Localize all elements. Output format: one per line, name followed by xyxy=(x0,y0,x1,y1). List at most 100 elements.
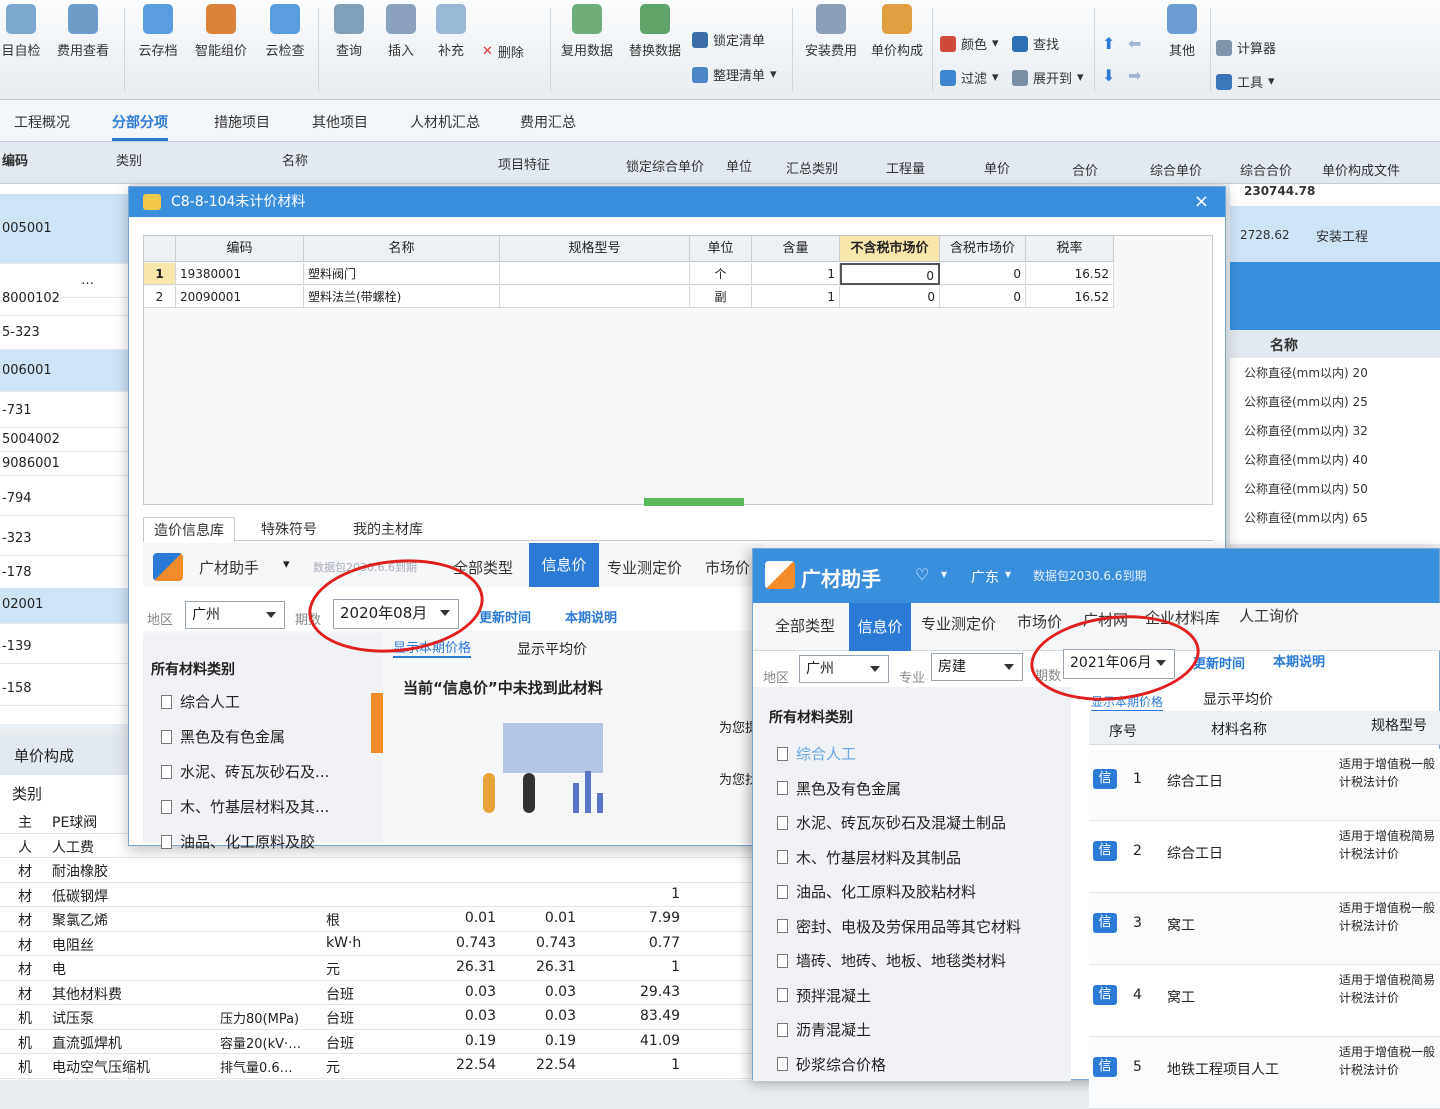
chevron-down-icon[interactable]: ▾ xyxy=(1005,567,1011,581)
category-item[interactable]: 油品、化工原料及胶 xyxy=(161,831,315,852)
category-item[interactable]: 水泥、砖瓦灰砂石及... xyxy=(161,761,329,782)
expand-to-button[interactable]: 展开到 ▾ xyxy=(1012,68,1084,87)
tab-all-types[interactable]: 全部类型 xyxy=(775,615,835,636)
list-item[interactable]: 公称直径(mm以内) 32 xyxy=(1244,422,1368,439)
province-select[interactable]: 广东 xyxy=(971,567,999,587)
tab-my-material-library[interactable]: 我的主材库 xyxy=(353,519,423,539)
unit-price-composition-button[interactable]: 单价构成 xyxy=(866,4,928,59)
category-item[interactable]: 沥青混凝土 xyxy=(777,1019,871,1040)
cell-price_ex[interactable]: 0 xyxy=(840,286,940,308)
table-row[interactable]: 5-323 xyxy=(0,316,130,350)
table-row[interactable]: 机 试压泵 压力80(MPa) 台班 0.03 0.03 83.49 xyxy=(0,1005,780,1030)
other-button[interactable]: 其他 xyxy=(1160,4,1204,59)
arrow-left-icon[interactable]: ⬅ xyxy=(1128,34,1141,53)
category-item[interactable]: 预拌混凝土 xyxy=(777,985,871,1006)
tab-average-price[interactable]: 显示平均价 xyxy=(1203,689,1273,709)
tab-measures[interactable]: 措施项目 xyxy=(214,112,270,132)
smart-pricing-button[interactable]: 智能组价 xyxy=(190,4,252,59)
update-time-link[interactable]: 更新时间 xyxy=(479,607,531,626)
list-item[interactable]: 公称直径(mm以内) 50 xyxy=(1244,480,1368,497)
reuse-data-button[interactable]: 复用数据 xyxy=(556,4,618,59)
period-note-link[interactable]: 本期说明 xyxy=(565,607,617,626)
category-item[interactable]: 油品、化工原料及胶粘材料 xyxy=(777,881,976,902)
table-row[interactable]: -794 xyxy=(0,482,130,516)
table-row[interactable]: 材 耐油橡胶 xyxy=(0,858,780,883)
lock-list-button[interactable]: 锁定清单 xyxy=(692,30,765,49)
category-item[interactable]: 木、竹基层材料及其... xyxy=(161,796,329,817)
cell-price_in[interactable]: 0 xyxy=(940,286,1026,308)
list-item[interactable]: 公称直径(mm以内) 25 xyxy=(1244,393,1368,410)
arrow-down-icon[interactable]: ⬇ xyxy=(1102,66,1115,85)
category-item[interactable]: 综合人工 xyxy=(161,691,240,712)
category-item[interactable]: 砂浆综合价格 xyxy=(777,1054,886,1075)
major-select[interactable]: 房建 xyxy=(931,653,1023,681)
resize-handle[interactable] xyxy=(644,498,744,506)
table-row[interactable]: 005001 xyxy=(0,194,130,264)
color-button[interactable]: 颜色 ▾ xyxy=(940,34,999,53)
replace-data-button[interactable]: 替换数据 xyxy=(624,4,686,59)
table-row[interactable]: 材 低碳钢焊 1 xyxy=(0,883,780,907)
close-button[interactable]: × xyxy=(1194,187,1209,217)
table-row[interactable]: -139 xyxy=(0,630,130,664)
table-row[interactable]: -158 xyxy=(0,672,130,706)
cell-price_in[interactable]: 0 xyxy=(940,263,1026,285)
category-item[interactable]: 黑色及有色金属 xyxy=(777,778,901,799)
table-row[interactable]: 材 电阻丝 kW·h 0.743 0.743 0.77 xyxy=(0,932,780,956)
tab-special-symbols[interactable]: 特殊符号 xyxy=(261,519,317,539)
tab-price-library[interactable]: 造价信息库 xyxy=(143,517,235,542)
table-row[interactable]: 信 5 地铁工程项目人工 适用于增值税一般计税法计价 xyxy=(1089,1037,1440,1109)
tab-project-overview[interactable]: 工程概况 xyxy=(14,112,70,132)
list-item[interactable]: 公称直径(mm以内) 20 xyxy=(1244,364,1368,381)
cloud-save-button[interactable]: 云存档 xyxy=(134,4,182,59)
supplement-button[interactable]: 补充 xyxy=(430,4,472,59)
tab-labor-material-summary[interactable]: 人材机汇总 xyxy=(410,112,480,132)
table-row[interactable]: 9086001 xyxy=(0,452,130,476)
table-row[interactable]: 材 电 元 26.31 26.31 1 xyxy=(0,956,780,981)
table-row[interactable]: 信 4 窝工 适用于增值税简易计税法计价 xyxy=(1089,965,1440,1037)
table-row[interactable]: 机 直流弧焊机 容量20(kV·… 台班 0.19 0.19 41.09 xyxy=(0,1030,780,1054)
find-button[interactable]: 查找 xyxy=(1012,34,1059,53)
update-time-link[interactable]: 更新时间 xyxy=(1193,653,1245,672)
region-select[interactable]: 广州 xyxy=(799,655,889,683)
delete-button[interactable]: ✕ 删除 xyxy=(482,42,524,61)
tab-market-price[interactable]: 市场价 xyxy=(705,557,750,578)
category-item[interactable]: 墙砖、地砖、地板、地毯类材料 xyxy=(777,950,1006,971)
table-row[interactable]: 8000102 xyxy=(0,282,130,316)
tab-professional-price[interactable]: 专业测定价 xyxy=(921,613,996,634)
region-select[interactable]: 广州 xyxy=(185,601,285,629)
chevron-down-icon[interactable]: ▾ xyxy=(941,567,947,581)
tools-button[interactable]: 工具 ▾ xyxy=(1216,72,1275,91)
table-row[interactable]: 机 电动空气压缩机 排气量0.6… 元 22.54 22.54 1 xyxy=(0,1054,780,1079)
table-row[interactable]: -731 xyxy=(0,394,130,428)
insert-button[interactable]: 插入 xyxy=(380,4,422,59)
period-note-link[interactable]: 本期说明 xyxy=(1273,651,1325,670)
chevron-down-icon[interactable]: ▾ xyxy=(283,557,290,572)
organize-list-button[interactable]: 整理清单 ▾ xyxy=(692,65,777,84)
tab-info-price[interactable]: 信息价 xyxy=(849,603,911,651)
table-row[interactable]: -178 xyxy=(0,556,130,590)
category-item[interactable]: 黑色及有色金属 xyxy=(161,726,285,747)
tab-info-price[interactable]: 信息价 xyxy=(529,543,599,587)
tab-average-price[interactable]: 显示平均价 xyxy=(517,639,587,659)
tab-sections[interactable]: 分部分项 xyxy=(112,112,168,141)
table-row[interactable]: 006001 xyxy=(0,350,130,392)
table-row[interactable]: 5004002 xyxy=(0,428,130,452)
filter-button[interactable]: 过滤 ▾ xyxy=(940,68,999,87)
collapse-handle[interactable] xyxy=(371,693,383,753)
tab-professional-price[interactable]: 专业测定价 xyxy=(607,557,682,578)
cell-price_ex[interactable]: 0 xyxy=(840,263,940,285)
heart-icon[interactable]: ♡ xyxy=(915,565,929,584)
tab-labor-inquiry[interactable]: 人工询价 xyxy=(1239,605,1299,626)
table-row[interactable]: 信 2 综合工日 适用于增值税简易计税法计价 xyxy=(1089,821,1440,893)
category-item[interactable]: 木、竹基层材料及其制品 xyxy=(777,847,961,868)
query-button[interactable]: 查询 xyxy=(328,4,370,59)
table-row[interactable]: 信 3 窝工 适用于增值税一般计税法计价 xyxy=(1089,893,1440,965)
self-check-button[interactable]: 目自检 xyxy=(0,4,42,59)
install-fee-button[interactable]: 安装费用 xyxy=(800,4,862,59)
tab-market-price[interactable]: 市场价 xyxy=(1017,611,1062,632)
list-item[interactable]: 公称直径(mm以内) 65 xyxy=(1244,509,1368,526)
tab-fee-summary[interactable]: 费用汇总 xyxy=(520,112,576,132)
arrow-up-icon[interactable]: ⬆ xyxy=(1102,34,1115,53)
table-row[interactable]: 02001 xyxy=(0,588,130,624)
fee-view-button[interactable]: 费用查看 xyxy=(52,4,114,59)
